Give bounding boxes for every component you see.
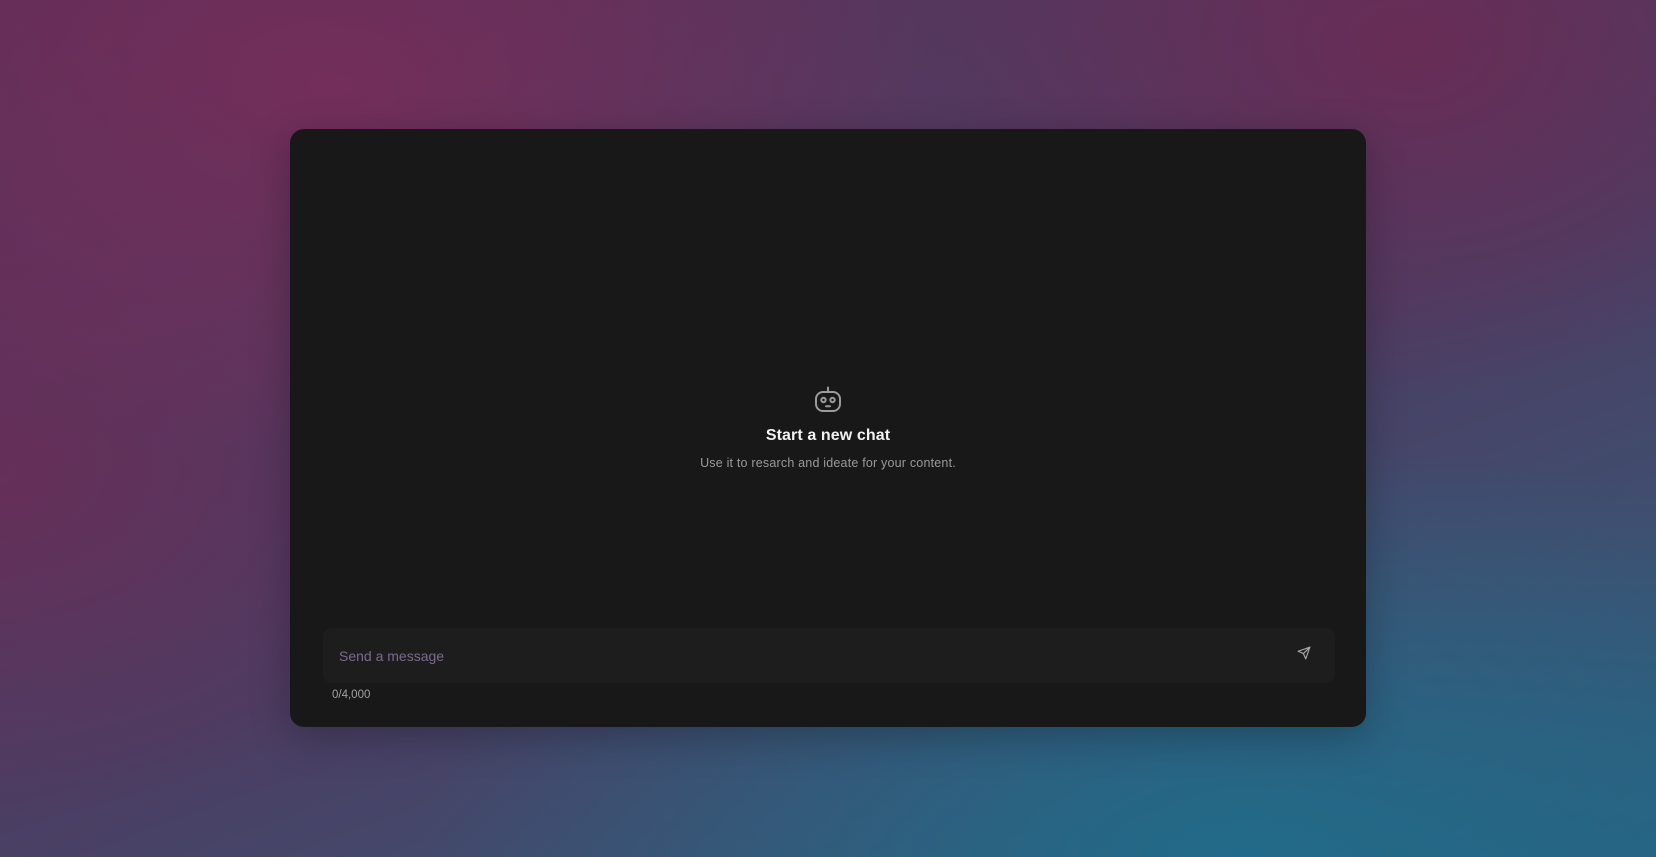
empty-state: Start a new chat Use it to resarch and i… <box>290 385 1366 470</box>
character-count: 0/4,000 <box>332 689 371 701</box>
chat-panel: Start a new chat Use it to resarch and i… <box>290 129 1366 727</box>
message-input[interactable] <box>323 628 1285 683</box>
send-button[interactable] <box>1285 637 1323 675</box>
empty-state-subtitle: Use it to resarch and ideate for your co… <box>700 456 956 470</box>
empty-state-title: Start a new chat <box>765 427 891 444</box>
message-composer <box>323 628 1335 683</box>
send-icon <box>1297 646 1311 665</box>
robot-icon <box>813 385 843 415</box>
